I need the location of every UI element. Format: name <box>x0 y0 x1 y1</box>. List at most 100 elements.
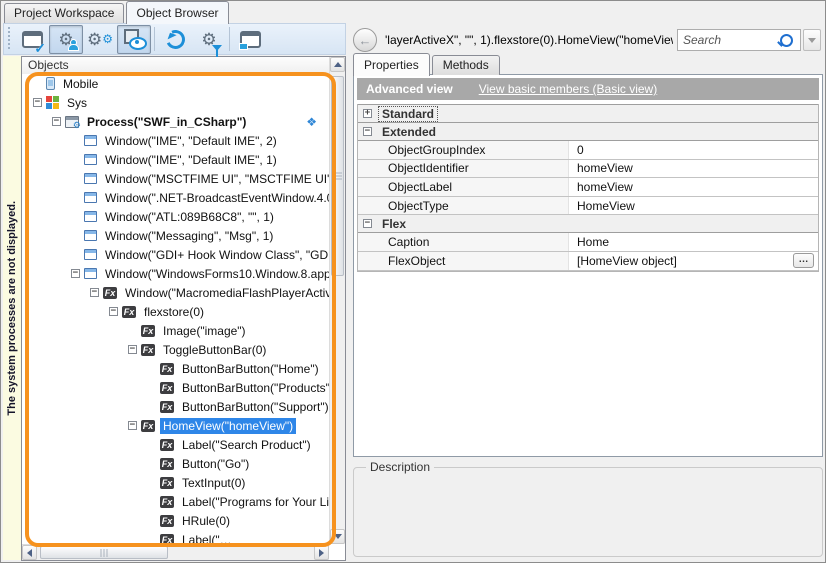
vertical-scroll-thumb[interactable] <box>331 76 344 276</box>
tree-item[interactable]: Window("IME", "Default IME", 2) <box>22 131 329 150</box>
tree-horizontal-scrollbar[interactable] <box>22 544 329 560</box>
tree-item[interactable]: −Fxflexstore(0) <box>22 302 329 321</box>
tree-item-label[interactable]: Window("MSCTFIME UI", "MSCTFIME UI", 1) <box>102 171 329 187</box>
horizontal-scroll-thumb[interactable] <box>40 546 168 559</box>
cube-eye-button[interactable] <box>117 25 151 54</box>
back-button[interactable]: ← <box>353 28 377 52</box>
tree-item[interactable]: Mobile <box>22 74 329 93</box>
search-icon[interactable] <box>780 34 793 47</box>
basic-view-link[interactable]: View basic members (Basic view) <box>479 82 658 96</box>
gear-user-button[interactable]: ⚙ <box>49 25 83 54</box>
window-panel-button[interactable] <box>233 25 267 54</box>
tree-item-label[interactable]: Window("ATL:089B68C8", "", 1) <box>102 209 277 225</box>
tree-item-label[interactable]: Window("GDI+ Hook Window Class", "GDI+ W… <box>102 247 329 263</box>
tree-expander-icon[interactable]: − <box>52 117 61 126</box>
tree-item[interactable]: Window("IME", "Default IME", 1) <box>22 150 329 169</box>
tree-item[interactable]: FxLabel("Search Product") <box>22 435 329 454</box>
tree-item[interactable]: −FxToggleButtonBar(0) <box>22 340 329 359</box>
scroll-left-button[interactable] <box>22 545 37 560</box>
group-expander-icon[interactable]: − <box>363 219 372 228</box>
refresh-button[interactable] <box>158 25 192 54</box>
tree-item[interactable]: FxButtonBarButton("Support") <box>22 397 329 416</box>
property-value[interactable]: 0 <box>569 143 584 157</box>
tree-item-label[interactable]: Label("Programs for Your Lifest <box>179 494 329 510</box>
window-check-button[interactable]: ✓ <box>15 25 49 54</box>
tree-expander-icon[interactable]: − <box>128 345 137 354</box>
tree-item-label[interactable]: Image("image") <box>160 323 249 339</box>
tree-expander-icon[interactable]: − <box>33 98 42 107</box>
tree-item-label[interactable]: Window("IME", "Default IME", 2) <box>102 133 280 149</box>
toolbar-grip[interactable] <box>6 27 12 51</box>
tree-item[interactable]: −FxWindow("MacromediaFlashPlayerActiveX"… <box>22 283 329 302</box>
scroll-right-button[interactable] <box>314 545 329 560</box>
property-row[interactable]: ObjectIdentifierhomeView <box>358 160 818 179</box>
tree-item[interactable]: FxHRule(0) <box>22 511 329 530</box>
property-group-header[interactable]: −Flex <box>358 214 818 233</box>
tree-item[interactable]: FxButtonBarButton("Products") <box>22 378 329 397</box>
tree-item-label[interactable]: Window("Messaging", "Msg", 1) <box>102 228 276 244</box>
tree-item[interactable]: − Window("WindowsForms10.Window.8.app.0.2 <box>22 264 329 283</box>
property-value[interactable]: homeView <box>569 180 633 194</box>
ellipsis-button[interactable]: … <box>793 253 814 268</box>
tree-item[interactable]: Window(".NET-BroadcastEventWindow.4.0.0.… <box>22 188 329 207</box>
property-row[interactable]: CaptionHome <box>358 233 818 252</box>
group-expander-icon[interactable]: − <box>363 127 372 136</box>
tree-item-label[interactable]: HRule(0) <box>179 513 233 529</box>
tree-item-label[interactable]: Label("Search Product") <box>179 437 314 453</box>
tree-item[interactable]: Window("MSCTFIME UI", "MSCTFIME UI", 1) <box>22 169 329 188</box>
tab-properties[interactable]: Properties <box>353 53 430 76</box>
tree-item-label[interactable]: ButtonBarButton("Home") <box>179 361 322 377</box>
tree-item[interactable]: Window("ATL:089B68C8", "", 1) <box>22 207 329 226</box>
tree-item-label[interactable]: TextInput(0) <box>179 475 248 491</box>
tree-item-label[interactable]: Window(".NET-BroadcastEventWindow.4.0.0.… <box>102 190 329 206</box>
tree-item[interactable]: − Sys <box>22 93 329 112</box>
property-row[interactable]: ObjectTypeHomeView <box>358 197 818 216</box>
property-group-header[interactable]: +Standard <box>358 104 818 123</box>
tree-item-label[interactable]: Label("… <box>179 532 235 545</box>
property-row[interactable]: FlexObject[HomeView object]… <box>358 252 818 271</box>
tree-item[interactable]: FxLabel("Programs for Your Lifest <box>22 492 329 511</box>
tree-item-label[interactable]: Sys <box>64 95 90 111</box>
tree-item-label[interactable]: flexstore(0) <box>141 304 207 320</box>
tree-item-label[interactable]: ButtonBarButton("Support") <box>179 399 329 415</box>
tree-item[interactable]: Window("Messaging", "Msg", 1) <box>22 226 329 245</box>
tree-item[interactable]: FxButtonBarButton("Home") <box>22 359 329 378</box>
tree-item-label[interactable]: ToggleButtonBar(0) <box>160 342 269 358</box>
property-value[interactable]: homeView <box>569 161 633 175</box>
tree-item-label[interactable]: Process("SWF_in_CSharp") <box>84 114 249 130</box>
tree-item-label[interactable]: HomeView("homeView") <box>160 418 296 434</box>
property-value[interactable]: Home <box>569 235 609 249</box>
tree-item[interactable]: FxImage("image") <box>22 321 329 340</box>
tree-item-label[interactable]: Window("MacromediaFlashPlayerActiveX", <box>122 285 329 301</box>
tab-methods[interactable]: Methods <box>432 55 500 75</box>
tree-item[interactable]: Window("GDI+ Hook Window Class", "GDI+ W… <box>22 245 329 264</box>
property-value[interactable]: [HomeView object] <box>569 254 677 268</box>
gear-filter-button[interactable]: ⚙ <box>192 25 226 54</box>
tree-item[interactable]: FxLabel("… <box>22 530 329 544</box>
tree-expander-icon[interactable]: − <box>109 307 118 316</box>
tab-project-workspace[interactable]: Project Workspace <box>4 3 124 23</box>
tree-expander-icon[interactable]: − <box>128 421 137 430</box>
tree-item-label[interactable]: ButtonBarButton("Products") <box>179 380 329 396</box>
tree-expander-icon[interactable]: − <box>90 288 99 297</box>
tree-item[interactable]: −FxHomeView("homeView") <box>22 416 329 435</box>
search-dropdown-button[interactable] <box>803 29 821 51</box>
tree-vertical-scrollbar[interactable] <box>329 57 345 544</box>
tree-item-label[interactable]: Window("WindowsForms10.Window.8.app.0.2 <box>102 266 329 282</box>
search-input[interactable] <box>678 33 780 47</box>
gears-button[interactable]: ⚙⚙ <box>83 25 117 54</box>
property-row[interactable]: ObjectLabelhomeView <box>358 178 818 197</box>
property-group-header[interactable]: −Extended <box>358 122 818 141</box>
property-row[interactable]: ObjectGroupIndex0 <box>358 141 818 160</box>
scroll-down-button[interactable] <box>330 529 345 544</box>
group-expander-icon[interactable]: + <box>363 109 372 118</box>
tab-object-browser[interactable]: Object Browser <box>126 1 228 24</box>
tree-item-label[interactable]: Window("IME", "Default IME", 1) <box>102 152 280 168</box>
scroll-up-button[interactable] <box>330 57 345 72</box>
tree-item-label[interactable]: Mobile <box>60 76 101 92</box>
tree-item[interactable]: FxButton("Go") <box>22 454 329 473</box>
tree-item[interactable]: FxTextInput(0) <box>22 473 329 492</box>
property-value[interactable]: HomeView <box>569 199 635 213</box>
tree-expander-icon[interactable]: − <box>71 269 80 278</box>
tree-item[interactable]: −Process("SWF_in_CSharp")❖ <box>22 112 329 131</box>
